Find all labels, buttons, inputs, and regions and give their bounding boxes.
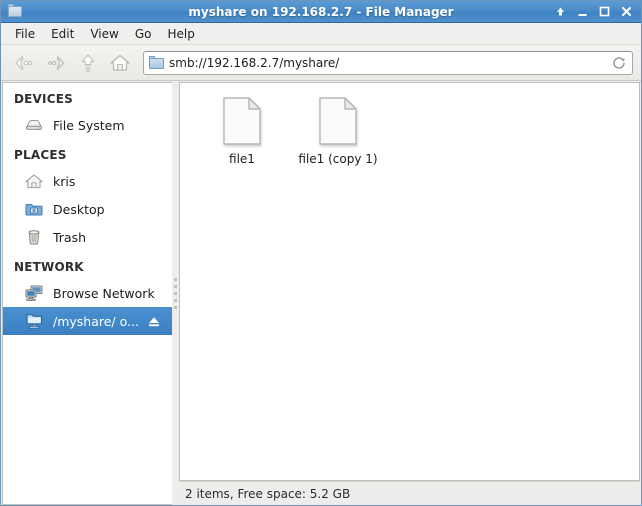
network-share-icon [23,311,45,331]
status-text: 2 items, Free space: 5.2 GB [185,486,351,501]
title-bar[interactable]: myshare on 192.168.2.7 - File Manager [1,1,641,23]
menu-file[interactable]: File [7,25,43,43]
menu-edit[interactable]: Edit [43,25,82,43]
splitter-grip [174,278,177,309]
home-icon [23,171,45,191]
sidebar: DEVICES File System PLACES kris Desktop … [2,82,172,505]
close-button[interactable] [620,5,633,18]
desktop-folder-icon [23,199,45,219]
trash-icon [23,227,45,247]
file-list-view[interactable]: file1 file1 (copy 1) [179,82,640,481]
sidebar-section-network: NETWORK [14,260,84,274]
document-icon [222,97,262,145]
status-bar: 2 items, Free space: 5.2 GB [179,481,639,505]
sidebar-label: Browse Network [53,285,155,301]
network-browse-icon [23,283,45,303]
sidebar-label: Trash [53,229,87,245]
sidebar-item-myshare[interactable]: /myshare/ o... [3,307,172,335]
file-item[interactable]: file1 [194,93,290,179]
menu-view[interactable]: View [82,25,126,43]
window-title: myshare on 192.168.2.7 - File Manager [188,4,454,19]
menu-bar: File Edit View Go Help [1,23,641,45]
file-name: file1 [229,152,255,166]
arrow-up-icon [81,53,95,72]
up-button[interactable] [73,48,103,78]
sidebar-item-browse-network[interactable]: Browse Network [3,279,172,307]
arrow-right-icon [48,55,65,70]
pathbar-folder-icon [149,56,164,69]
document-icon [318,97,358,145]
file-item[interactable]: file1 (copy 1) [290,93,386,179]
window-folder-icon [5,3,25,20]
reload-icon[interactable] [610,54,628,72]
main-pane: file1 file1 (copy 1) 2 items, Free space… [179,82,640,505]
home-button[interactable] [105,48,135,78]
minimize-button[interactable] [576,5,589,18]
path-bar[interactable]: smb://192.168.2.7/myshare/ [143,50,633,75]
sidebar-label: File System [53,117,125,133]
menu-help[interactable]: Help [159,25,202,43]
sidebar-label: kris [53,173,76,189]
home-icon [110,54,130,71]
sidebar-label: Desktop [53,201,105,217]
path-input[interactable]: smb://192.168.2.7/myshare/ [169,56,610,70]
harddisk-icon [23,115,45,135]
sidebar-item-file-system[interactable]: File System [3,111,172,139]
sidebar-label: /myshare/ o... [53,313,138,329]
arrow-left-icon [15,55,33,70]
maximize-button[interactable] [598,5,611,18]
window-controls [554,5,641,18]
menu-go[interactable]: Go [127,25,160,43]
sidebar-item-trash[interactable]: Trash [3,223,172,251]
sidebar-section-places: PLACES [14,148,67,162]
sidebar-item-desktop[interactable]: Desktop [3,195,172,223]
window-body: DEVICES File System PLACES kris Desktop … [1,81,641,505]
shade-button[interactable] [554,5,567,18]
forward-button[interactable] [41,48,71,78]
toolbar: smb://192.168.2.7/myshare/ [1,45,641,81]
sidebar-item-kris[interactable]: kris [3,167,172,195]
eject-icon[interactable] [146,315,162,328]
file-name: file1 (copy 1) [298,152,378,166]
sidebar-splitter[interactable] [172,82,179,505]
sidebar-section-devices: DEVICES [14,92,73,106]
file-manager-window: myshare on 192.168.2.7 - File Manager Fi… [0,0,642,506]
back-button[interactable] [9,48,39,78]
